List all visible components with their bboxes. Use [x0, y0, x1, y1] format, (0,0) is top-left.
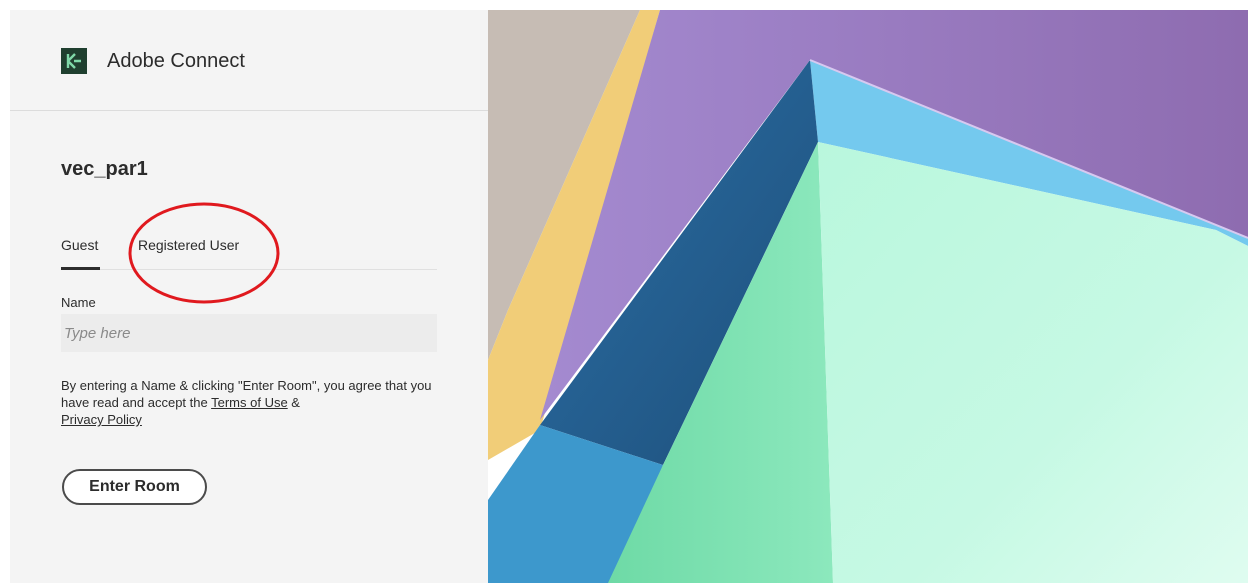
privacy-policy-link[interactable]: Privacy Policy — [61, 412, 142, 427]
tab-registered-user[interactable]: Registered User — [138, 235, 239, 255]
geometric-art-image — [488, 10, 1248, 583]
consent-text: By entering a Name & clicking "Enter Roo… — [61, 377, 441, 428]
login-panel: Adobe Connect vec_par1 Guest Registered … — [10, 10, 488, 583]
enter-room-button[interactable]: Enter Room — [62, 469, 207, 505]
app-title: Adobe Connect — [107, 50, 245, 72]
tab-registered-user-label: Registered User — [138, 237, 240, 253]
decorative-artwork — [488, 10, 1248, 583]
app-header: Adobe Connect — [10, 10, 488, 111]
room-title: vec_par1 — [61, 158, 148, 180]
login-tabs: Guest Registered User — [61, 235, 437, 270]
name-input[interactable] — [61, 314, 437, 352]
name-label: Name — [61, 295, 96, 310]
adobe-connect-logo-icon — [61, 48, 87, 74]
tab-guest[interactable]: Guest — [61, 235, 100, 270]
consent-text-between: & — [287, 395, 300, 410]
terms-of-use-link[interactable]: Terms of Use — [211, 395, 288, 410]
tab-guest-label: Guest — [61, 237, 99, 253]
active-tab-indicator — [61, 267, 100, 270]
